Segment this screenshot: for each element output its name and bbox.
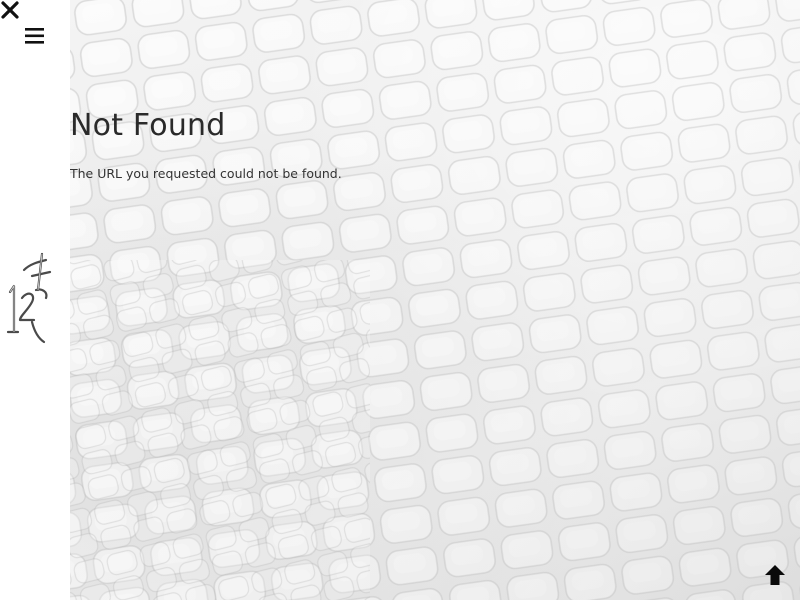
page-title: Not Found xyxy=(70,108,226,143)
leather-texture-background xyxy=(70,0,800,600)
hamburger-menu-icon xyxy=(25,28,44,44)
main-content: Not Found The URL you requested could no… xyxy=(70,0,800,600)
scroll-to-top-button[interactable] xyxy=(762,562,788,588)
close-button[interactable] xyxy=(0,0,22,22)
error-message: The URL you requested could not be found… xyxy=(70,166,342,181)
page: Not Found The URL you requested could no… xyxy=(0,0,800,600)
logo-mark xyxy=(6,252,52,344)
logo[interactable] xyxy=(2,250,56,346)
arrow-up-icon xyxy=(765,565,785,585)
sidebar xyxy=(0,0,70,600)
menu-button[interactable] xyxy=(24,26,46,46)
close-icon xyxy=(1,1,19,19)
